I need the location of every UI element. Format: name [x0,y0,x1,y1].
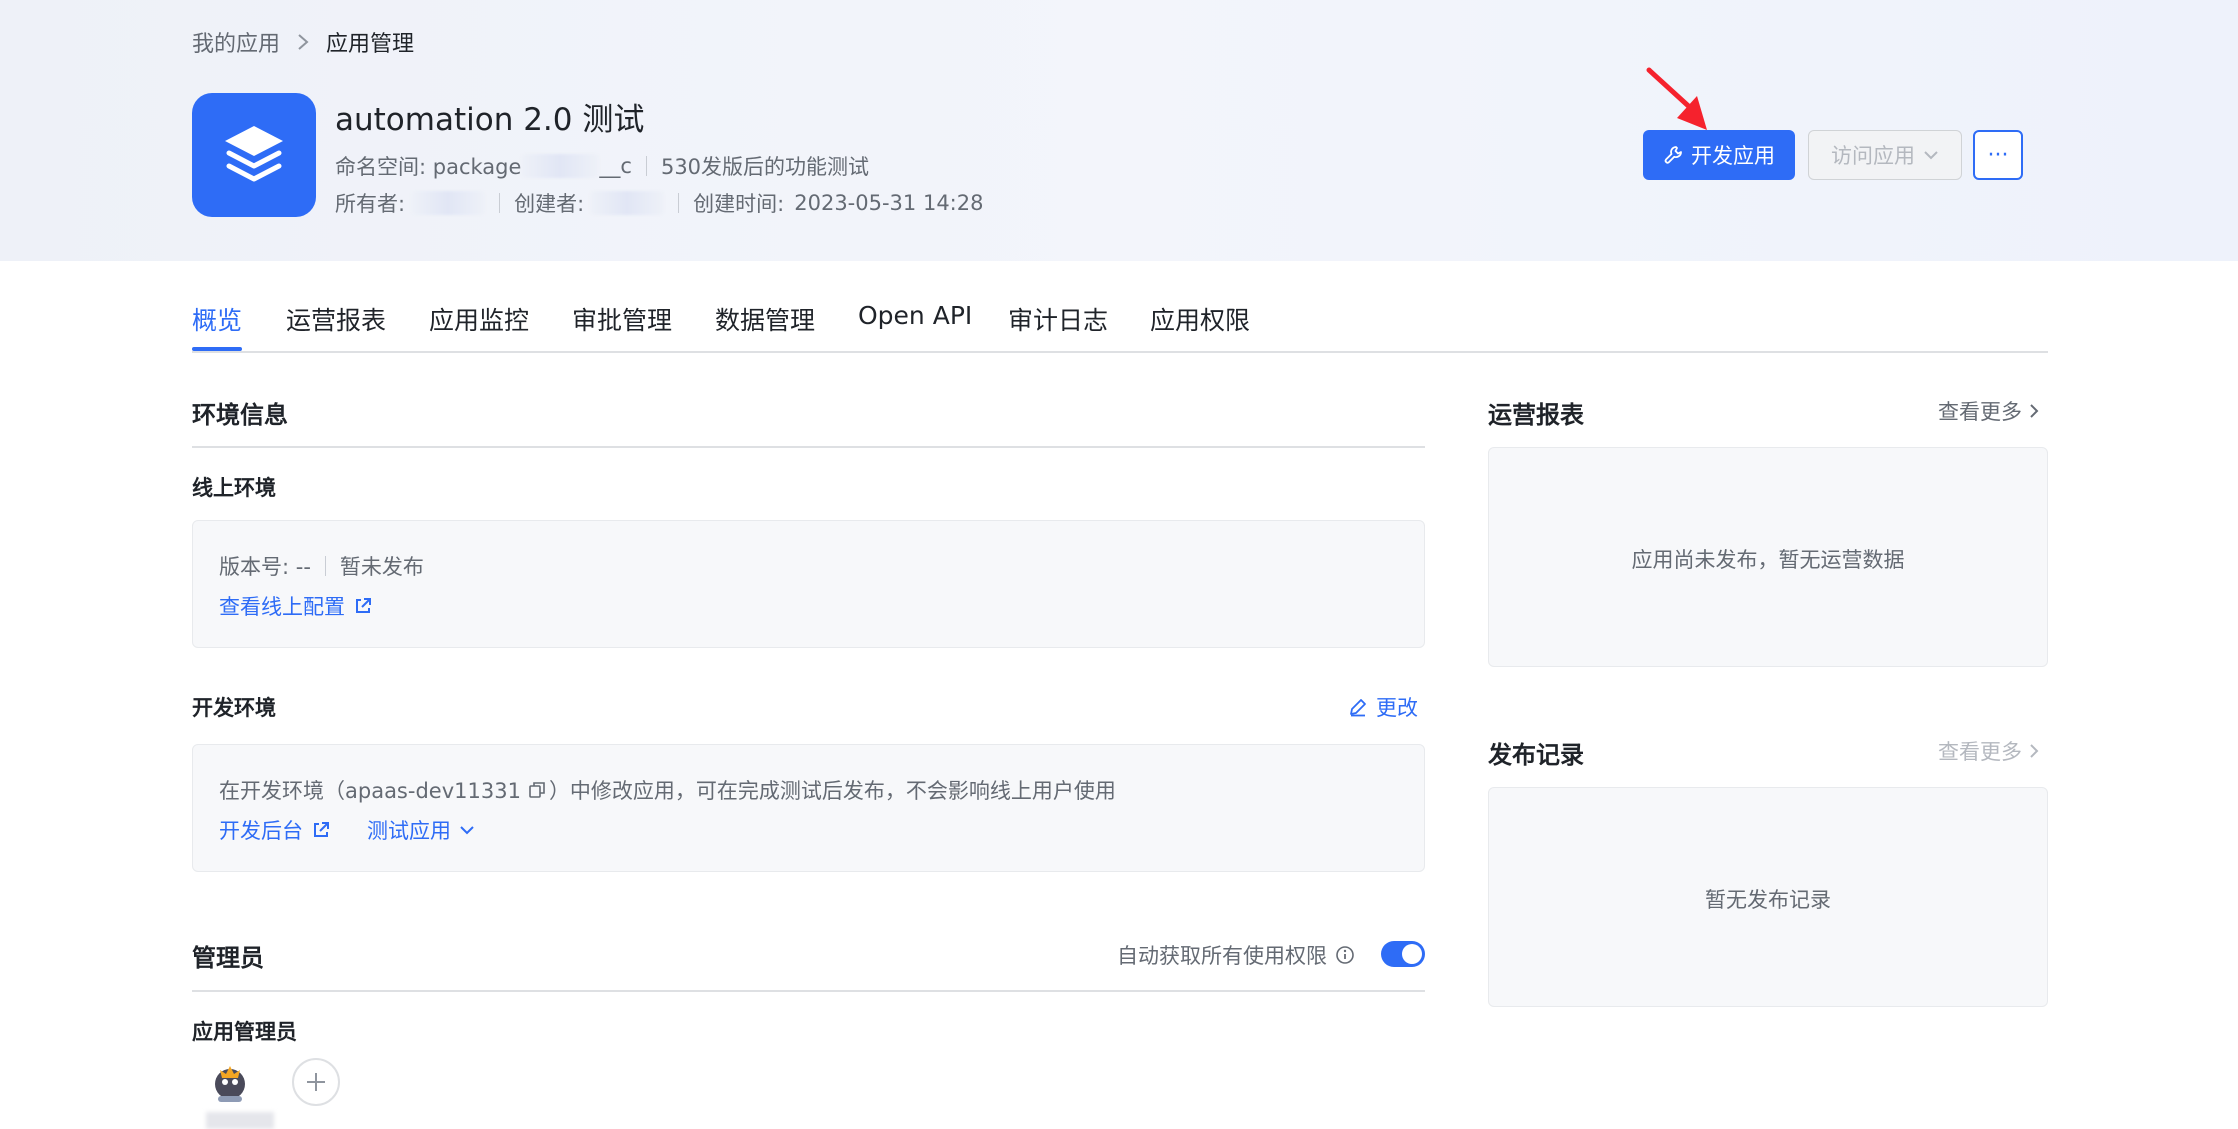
tab-data[interactable]: 数据管理 [715,301,815,337]
tab-overview[interactable]: 概览 [192,301,242,337]
more-actions-button[interactable]: ··· [1973,130,2023,180]
created-value: 2023-05-31 14:28 [794,191,984,215]
releases-more-link[interactable]: 查看更多 [1938,736,2040,766]
ops-report-title: 运营报表 [1488,401,1584,429]
app-description: 530发版后的功能测试 [660,155,870,179]
visit-app-label: 访问应用 [1831,144,1915,168]
online-env-title: 线上环境 [192,476,276,500]
dev-env-desc-suffix: ）中修改应用，可在完成测试后发布，不会影响线上用户使用 [548,779,1116,803]
env-section-title: 环境信息 [192,401,288,429]
meta-divider [678,193,680,213]
info-icon[interactable] [1335,945,1355,965]
edit-pencil-icon [1350,699,1366,717]
tab-ops-report[interactable]: 运营报表 [286,301,386,337]
dev-console-link[interactable]: 开发后台 [219,815,331,845]
ops-report-more-link[interactable]: 查看更多 [1938,396,2040,426]
visit-app-button[interactable]: 访问应用 [1808,130,1962,180]
external-link-icon [314,822,329,837]
owner-redacted [411,191,486,215]
section-divider [192,990,1425,992]
breadcrumb-current: 应用管理 [326,32,415,57]
tab-approval[interactable]: 审批管理 [572,301,672,337]
version-label: 版本号: -- [219,555,311,579]
meta-divider [645,156,647,176]
creator-label: 创建者: [514,192,585,216]
chevron-right-icon [296,32,310,52]
releases-title: 发布记录 [1488,741,1584,769]
app-layers-icon [192,93,316,217]
auto-permission-label: 自动获取所有使用权限 [1117,944,1327,968]
ops-report-more-label: 查看更多 [1938,400,2022,424]
add-admin-button[interactable] [292,1058,340,1106]
view-online-config-label: 查看线上配置 [219,595,345,619]
develop-app-label: 开发应用 [1691,144,1775,168]
dev-env-card: 在开发环境（apaas-dev11331 ）中修改应用，可在完成测试后发布，不会… [192,744,1425,872]
edit-dev-env-label: 更改 [1376,696,1418,720]
chevron-down-icon [460,826,474,835]
admins-section-title: 管理员 [192,944,264,972]
app-admins-title: 应用管理员 [192,1020,297,1044]
owner-label: 所有者: [335,192,406,216]
creator-redacted [590,191,665,215]
tab-open-api[interactable]: Open API [858,301,972,330]
meta-divider [499,193,501,213]
chevron-right-icon [2030,404,2039,418]
releases-card: 暂无发布记录 [1488,787,2048,1007]
admin-avatar[interactable] [206,1058,254,1106]
chevron-right-icon [2030,744,2039,758]
test-app-dropdown[interactable]: 测试应用 [367,815,475,845]
copy-icon[interactable] [527,780,547,800]
meta-divider [324,556,326,576]
annotation-arrow-icon [1646,67,1707,130]
tab-bar: 概览 运营报表 应用监控 审批管理 数据管理 Open API 审计日志 应用权… [192,295,2048,353]
dev-console-label: 开发后台 [219,819,303,843]
section-divider [192,446,1425,448]
app-meta-row-2: 所有者: 创建者: 创建时间: 2023-05-31 14:28 [335,188,983,218]
online-env-card: 版本号: -- 暂未发布 查看线上配置 [192,520,1425,648]
releases-more-label: 查看更多 [1938,740,2022,764]
toggle-knob [1402,944,1422,964]
breadcrumb-my-apps[interactable]: 我的应用 [192,26,280,58]
admin-name-redacted [206,1112,274,1129]
avatar-character-icon [215,1066,245,1102]
breadcrumb: 我的应用 应用管理 [192,26,414,58]
develop-app-button[interactable]: 开发应用 [1643,130,1795,180]
chevron-down-icon [1924,151,1938,160]
release-status: 暂未发布 [339,555,424,579]
created-label: 创建时间: [693,192,785,216]
tab-active-indicator [192,347,242,351]
edit-dev-env-link[interactable]: 更改 [1348,692,1418,722]
namespace-redacted [521,154,600,178]
auto-permission-toggle[interactable] [1381,941,1425,967]
ops-report-empty-text: 应用尚未发布，暂无运营数据 [1631,548,1905,572]
dev-env-description: 在开发环境（apaas-dev11331 ）中修改应用，可在完成测试后发布，不会… [219,775,1116,805]
dev-env-title: 开发环境 [192,696,276,720]
auto-permission-label-group: 自动获取所有使用权限 [1117,940,1355,970]
ops-report-card: 应用尚未发布，暂无运营数据 [1488,447,2048,667]
dev-env-desc-prefix: 在开发环境（apaas-dev11331 [219,779,521,803]
view-online-config-link[interactable]: 查看线上配置 [219,591,373,621]
test-app-label: 测试应用 [367,819,451,843]
external-link-icon [356,598,371,613]
app-meta-row-1: 命名空间: package __c 530发版后的功能测试 [335,151,869,181]
tab-audit-log[interactable]: 审计日志 [1008,301,1108,337]
online-env-info: 版本号: -- 暂未发布 [219,551,424,581]
tab-monitoring[interactable]: 应用监控 [429,301,529,337]
namespace-label: 命名空间: package [335,155,522,179]
namespace-suffix: __c [599,154,632,178]
plus-icon [307,1073,325,1091]
releases-empty-text: 暂无发布记录 [1705,888,1831,912]
tab-permissions[interactable]: 应用权限 [1150,301,1250,337]
app-title: automation 2.0 测试 [335,102,645,138]
wrench-icon [1664,146,1682,164]
